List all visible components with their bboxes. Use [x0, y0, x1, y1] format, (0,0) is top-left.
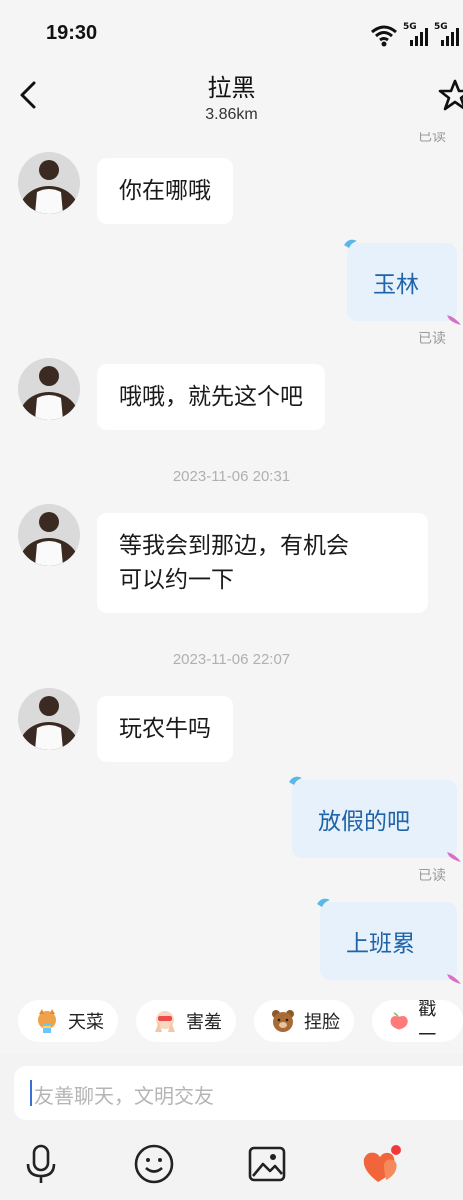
signal-bars-icon: [410, 28, 428, 46]
decoration-icon: [344, 239, 357, 248]
decoration-icon: [447, 974, 461, 984]
chip-label: 天菜: [68, 1012, 104, 1033]
quick-reply-chip[interactable]: 天菜: [18, 1000, 118, 1042]
chip-label: 戳一: [418, 1000, 437, 1044]
image-button[interactable]: [245, 1142, 289, 1186]
incoming-message[interactable]: 玩农牛吗: [97, 696, 233, 762]
message-text-line: 等我会到那边，有机会: [119, 533, 349, 559]
avatar-image: [18, 358, 80, 420]
decoration-icon: [317, 898, 330, 907]
quick-reply-bar: 天菜 害羞 捏脸 戳一: [0, 1000, 463, 1044]
input-placeholder: 友善聊天，文明交友: [34, 1084, 214, 1108]
message-text: 放假的吧: [318, 809, 410, 835]
contact-name: 拉黑: [207, 74, 256, 102]
contact-avatar[interactable]: [18, 688, 80, 750]
message-text-line: 可以约一下: [119, 567, 234, 593]
incoming-message[interactable]: 哦哦，就先这个吧: [97, 364, 325, 430]
input-area: 友善聊天，文明交友: [0, 1054, 463, 1200]
contact-avatar[interactable]: [18, 152, 80, 214]
avatar-image: [18, 688, 80, 750]
chat-header: 拉黑 3.86km: [0, 62, 463, 132]
peach-icon: [390, 1012, 408, 1030]
read-status: 已读: [418, 132, 446, 145]
quick-reply-chip[interactable]: 捏脸: [254, 1000, 354, 1042]
quick-reply-chip[interactable]: 戳一: [372, 1000, 463, 1044]
message-text: 玩农牛吗: [119, 716, 211, 742]
contact-avatar[interactable]: [18, 358, 80, 420]
message-text: 哦哦，就先这个吧: [119, 384, 303, 410]
message-list[interactable]: 已读 你在哪哦 玉林 已读 哦哦，就先这个吧 2023-11-06 20:31: [0, 132, 463, 992]
outgoing-message[interactable]: 放假的吧: [289, 776, 461, 862]
avatar-image: [18, 504, 80, 566]
read-status: 已读: [418, 868, 446, 884]
text-cursor: [30, 1080, 32, 1106]
signal-bars-icon: [441, 28, 459, 46]
quick-reply-chip[interactable]: 害羞: [136, 1000, 236, 1042]
emoji-button[interactable]: [132, 1142, 176, 1186]
contact-distance: 3.86km: [205, 106, 258, 123]
outgoing-message[interactable]: 上班累: [317, 898, 461, 984]
timestamp: 2023-11-06 22:07: [172, 651, 291, 668]
microphone-icon: [26, 1144, 56, 1183]
read-status: 已读: [418, 331, 446, 347]
status-time: 19:30: [46, 22, 98, 44]
message-input[interactable]: 友善聊天，文明交友: [14, 1066, 463, 1120]
decoration-icon: [447, 852, 461, 862]
message-text: 玉林: [373, 272, 419, 298]
message-text: 上班累: [346, 931, 415, 957]
avatar-image: [18, 152, 80, 214]
contact-avatar[interactable]: [18, 504, 80, 566]
decoration-icon: [447, 315, 461, 325]
star-icon: [438, 79, 463, 111]
favorite-button[interactable]: [438, 78, 463, 112]
outgoing-message[interactable]: 玉林: [344, 239, 461, 325]
decoration-icon: [289, 776, 302, 785]
timestamp: 2023-11-06 20:31: [172, 468, 291, 485]
incoming-message[interactable]: 等我会到那边，有机会 可以约一下: [97, 513, 428, 613]
shy-hands-icon: [155, 1011, 175, 1032]
status-icons: 5G 5G: [368, 22, 463, 48]
status-bar: 19:30 5G 5G: [0, 0, 463, 62]
message-text: 你在哪哦: [119, 178, 211, 204]
hearts-icon: [363, 1145, 401, 1182]
corgi-rainbow-icon: [38, 1009, 56, 1033]
gift-hearts-button[interactable]: [360, 1142, 404, 1186]
emoji-icon: [134, 1144, 174, 1184]
bear-icon: [272, 1010, 294, 1032]
chip-label: 捏脸: [304, 1012, 340, 1033]
image-icon: [248, 1146, 286, 1182]
voice-button[interactable]: [19, 1142, 63, 1186]
incoming-message[interactable]: 你在哪哦: [97, 158, 233, 224]
chip-label: 害羞: [186, 1012, 222, 1033]
